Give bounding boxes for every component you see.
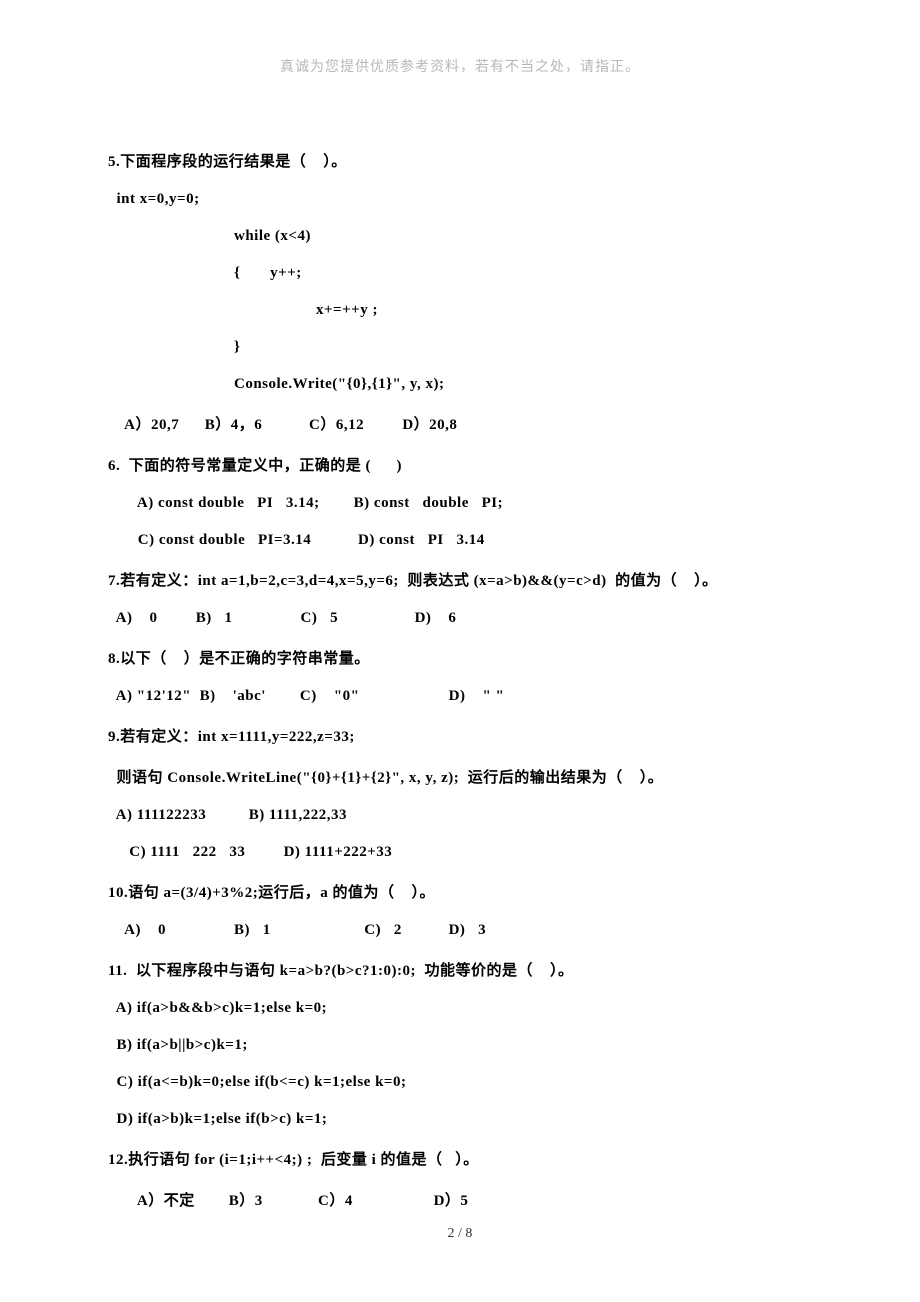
q5-code-l1: int x=0,y=0; xyxy=(108,191,812,208)
q8-options: A) "12'12" B) 'abc' C) "0" D) " " xyxy=(108,688,812,705)
q5-code-l6: Console.Write("{0},{1}", y, x); xyxy=(108,376,812,393)
q9-options-row1: A) 111122233 B) 1111,222,33 xyxy=(108,807,812,824)
q7-stem: 7.若有定义：int a=1,b=2,c=3,d=4,x=5,y=6; 则表达式… xyxy=(108,569,812,590)
q12-options: A）不定 B）3 C）4 D）5 xyxy=(108,1189,812,1210)
q9-l2: 则语句 Console.WriteLine("{0}+{1}+{2}", x, … xyxy=(108,766,812,787)
q11-stem: 11. 以下程序段中与语句 k=a>b?(b>c?1:0):0; 功能等价的是（… xyxy=(108,959,812,980)
q7-options: A) 0 B) 1 C) 5 D) 6 xyxy=(108,610,812,627)
page-number: 2 / 8 xyxy=(0,1226,920,1242)
q5-code-l2: while (x<4) xyxy=(108,228,812,245)
q8-stem: 8.以下（ ）是不正确的字符串常量。 xyxy=(108,647,812,668)
q5-code-l3: { y++; xyxy=(108,265,812,282)
q6-options-row1: A) const double PI 3.14; B) const double… xyxy=(108,495,812,512)
q5-stem: 5.下面程序段的运行结果是（ ）。 xyxy=(108,150,812,171)
q11-option-d: D) if(a>b)k=1;else if(b>c) k=1; xyxy=(108,1111,812,1128)
q11-option-c: C) if(a<=b)k=0;else if(b<=c) k=1;else k=… xyxy=(108,1074,812,1091)
q5-code-l4: x+=++y ; xyxy=(108,302,812,319)
q5-options: A）20,7 B）4，6 C）6,12 D）20,8 xyxy=(108,413,812,434)
q11-option-b: B) if(a>b||b>c)k=1; xyxy=(108,1037,812,1054)
q11-option-a: A) if(a>b&&b>c)k=1;else k=0; xyxy=(108,1000,812,1017)
q12-stem: 12.执行语句 for (i=1;i++<4;) ; 后变量 i 的值是（ ）。 xyxy=(108,1148,812,1169)
q6-options-row2: C) const double PI=3.14 D) const PI 3.14 xyxy=(108,532,812,549)
q10-stem: 10.语句 a=(3/4)+3%2;运行后，a 的值为（ ）。 xyxy=(108,881,812,902)
q9-options-row2: C) 1111 222 33 D) 1111+222+33 xyxy=(108,844,812,861)
q10-options: A) 0 B) 1 C) 2 D) 3 xyxy=(108,922,812,939)
q9-stem: 9.若有定义：int x=1111,y=222,z=33; xyxy=(108,725,812,746)
header-note: 真诚为您提供优质参考资料，若有不当之处，请指正。 xyxy=(108,56,812,76)
q5-code-l5: } xyxy=(108,339,812,356)
q6-stem: 6. 下面的符号常量定义中，正确的是 ( ) xyxy=(108,454,812,475)
